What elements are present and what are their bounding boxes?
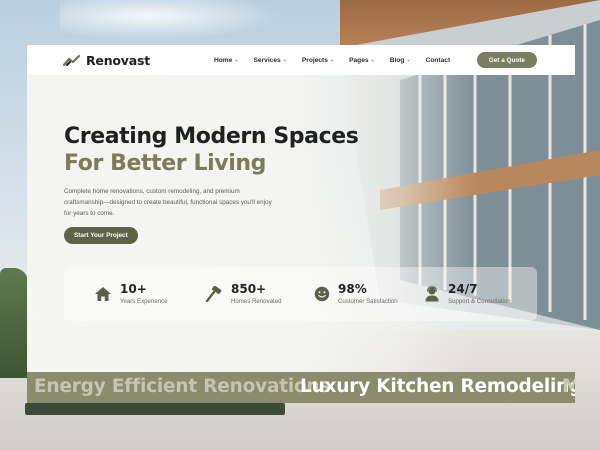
services-ticker: Energy Efficient Renovations Luxury Kitc… bbox=[27, 372, 575, 403]
main-nav: Home ⌄ Services ⌄ Projects ⌄ Pages ⌄ Blo… bbox=[214, 57, 450, 64]
stat-years: 10+ Years Experience bbox=[94, 267, 168, 321]
stat-homes-label: Homes Renovated bbox=[231, 298, 282, 305]
stat-years-value: 10+ bbox=[120, 282, 147, 296]
planter-bed bbox=[25, 403, 285, 415]
hero-section: Creating Modern Spaces For Better Living… bbox=[64, 123, 394, 219]
nav-home[interactable]: Home ⌄ bbox=[214, 57, 239, 64]
chevron-down-icon: ⌄ bbox=[370, 57, 375, 63]
house-icon bbox=[94, 286, 112, 302]
nav-home-label: Home bbox=[214, 56, 233, 64]
nav-pages-label: Pages bbox=[349, 56, 369, 64]
stat-years-label: Years Experience bbox=[120, 298, 168, 305]
nav-contact-label: Contact bbox=[425, 56, 451, 64]
start-project-button[interactable]: Start Your Project bbox=[64, 227, 138, 244]
hammer-icon bbox=[205, 286, 223, 302]
stats-bar: 10+ Years Experience 850+ Homes Renovate… bbox=[64, 267, 537, 321]
stat-support-value: 24/7 bbox=[448, 282, 478, 296]
stat-satisfaction-label: Customer Satisfaction bbox=[338, 298, 398, 305]
stat-satisfaction: 98% Customer Satisfaction bbox=[314, 267, 398, 321]
nav-services-label: Services bbox=[253, 56, 281, 64]
hero-description: Complete home renovations, custom remode… bbox=[64, 188, 272, 217]
stat-support: 24/7 Support & Consultation bbox=[424, 267, 511, 321]
top-navbar: Renovast Home ⌄ Services ⌄ Projects ⌄ Pa… bbox=[27, 45, 575, 75]
ticker-item-partial: M bbox=[562, 376, 575, 397]
brand-logo[interactable]: Renovast bbox=[63, 53, 150, 68]
stat-homes-text: 850+ Homes Renovated bbox=[231, 282, 281, 306]
stat-support-text: 24/7 Support & Consultation bbox=[448, 282, 511, 306]
support-agent-icon bbox=[424, 286, 440, 302]
stat-satisfaction-value: 98% bbox=[338, 282, 367, 296]
chevron-down-icon: ⌄ bbox=[329, 57, 335, 63]
ticker-item-kitchen: Luxury Kitchen Remodeling bbox=[300, 376, 575, 397]
hero-title-line2: For Better Living bbox=[64, 151, 266, 176]
sky-cloud bbox=[60, 0, 280, 40]
stat-homes-value: 850+ bbox=[231, 282, 267, 296]
hero-title-line1: Creating Modern Spaces bbox=[64, 124, 359, 149]
chevron-down-icon: ⌄ bbox=[282, 57, 287, 63]
stat-satisfaction-text: 98% Customer Satisfaction bbox=[338, 282, 398, 306]
hero-overlay bbox=[27, 45, 575, 403]
chevron-down-icon: ⌄ bbox=[234, 57, 239, 63]
website-preview: Renovast Home ⌄ Services ⌄ Projects ⌄ Pa… bbox=[27, 45, 575, 403]
nav-blog[interactable]: Blog ⌄ bbox=[390, 57, 411, 64]
plants-left bbox=[0, 268, 28, 378]
stat-years-text: 10+ Years Experience bbox=[120, 282, 168, 306]
nav-services[interactable]: Services ⌄ bbox=[254, 57, 287, 64]
brand-name: Renovast bbox=[86, 52, 150, 68]
nav-pages[interactable]: Pages ⌄ bbox=[349, 57, 375, 64]
roof-logo-icon bbox=[63, 54, 81, 66]
get-quote-button[interactable]: Get a Quote bbox=[476, 52, 537, 68]
nav-blog-label: Blog bbox=[389, 56, 405, 64]
stat-homes: 850+ Homes Renovated bbox=[205, 267, 281, 321]
nav-contact[interactable]: Contact bbox=[426, 57, 451, 64]
nav-projects[interactable]: Projects ⌄ bbox=[302, 57, 334, 64]
smiley-icon bbox=[314, 286, 330, 302]
ticker-item-energy: Energy Efficient Renovations bbox=[34, 376, 331, 397]
nav-projects-label: Projects bbox=[301, 56, 328, 64]
stat-support-label: Support & Consultation bbox=[448, 298, 511, 305]
chevron-down-icon: ⌄ bbox=[406, 57, 411, 63]
